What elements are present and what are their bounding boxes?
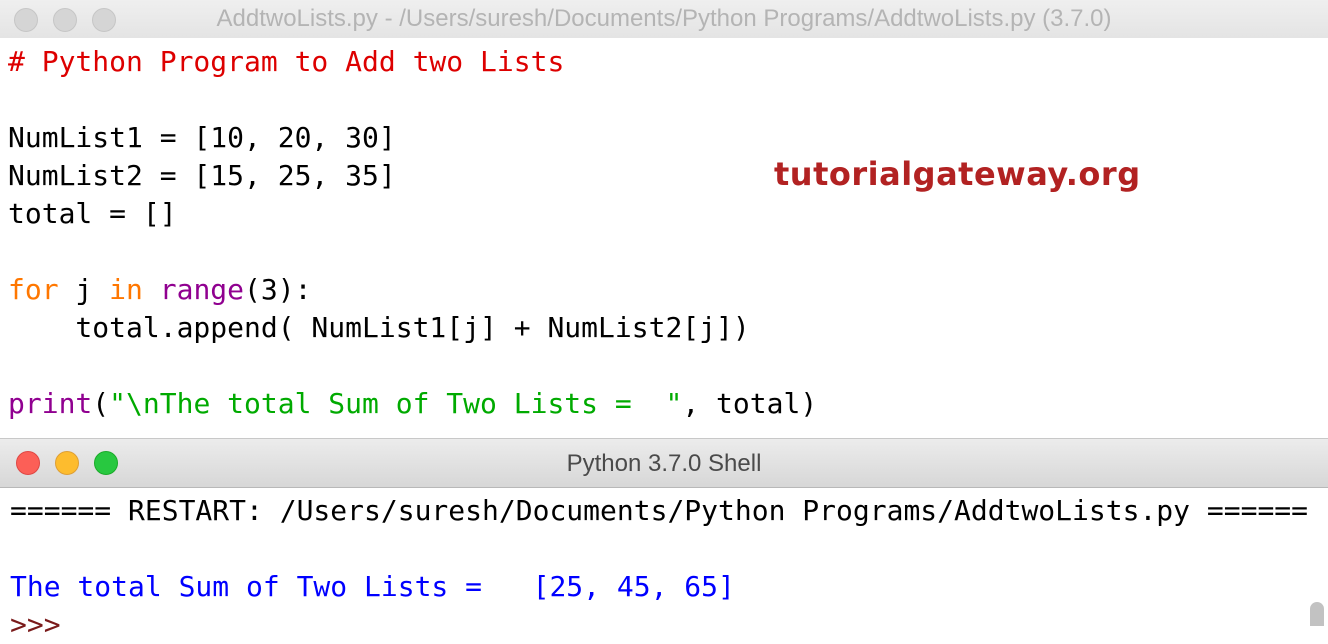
restart-line: ====== RESTART: /Users/suresh/Documents/… bbox=[10, 494, 1309, 527]
loop-variable: j bbox=[58, 273, 110, 306]
code-comment-line: # Python Program to Add two Lists bbox=[8, 45, 565, 78]
print-open-paren: ( bbox=[92, 387, 110, 420]
code-line-append: total.append( NumList1[j] + NumList2[j]) bbox=[8, 311, 750, 344]
range-builtin: range bbox=[159, 273, 245, 306]
code-line-numlist2: NumList2 = [15, 25, 35] bbox=[8, 159, 396, 192]
range-args: (3): bbox=[244, 273, 312, 306]
watermark-logo: tutorialgateway.org bbox=[774, 155, 1141, 193]
editor-titlebar: AddtwoLists.py - /Users/suresh/Documents… bbox=[0, 0, 1328, 38]
shell-prompt[interactable]: >>> bbox=[10, 606, 61, 644]
shell-scrollbar[interactable] bbox=[1310, 602, 1324, 626]
program-output-line: The total Sum of Two Lists = [25, 45, 65… bbox=[10, 570, 735, 603]
code-editor[interactable]: # Python Program to Add two Lists NumLis… bbox=[0, 38, 1328, 438]
editor-window-title: AddtwoLists.py - /Users/suresh/Documents… bbox=[216, 5, 1112, 32]
code-line-print: print("\nThe total Sum of Two Lists = ",… bbox=[8, 385, 817, 423]
print-string-literal: "\nThe total Sum of Two Lists = " bbox=[109, 387, 683, 420]
in-keyword: in bbox=[109, 273, 143, 306]
shell-titlebar: Python 3.7.0 Shell bbox=[0, 438, 1328, 488]
print-rest: , total) bbox=[682, 387, 818, 420]
code-line-total: total = [] bbox=[8, 197, 177, 230]
print-builtin: print bbox=[8, 387, 93, 420]
code-line-numlist1: NumList1 = [10, 20, 30] bbox=[8, 121, 396, 154]
for-keyword: for bbox=[8, 273, 59, 306]
shell-output-area[interactable]: ====== RESTART: /Users/suresh/Documents/… bbox=[0, 488, 1328, 641]
shell-window-title: Python 3.7.0 Shell bbox=[566, 450, 762, 477]
code-line-for: for j in range(3): bbox=[8, 271, 311, 309]
